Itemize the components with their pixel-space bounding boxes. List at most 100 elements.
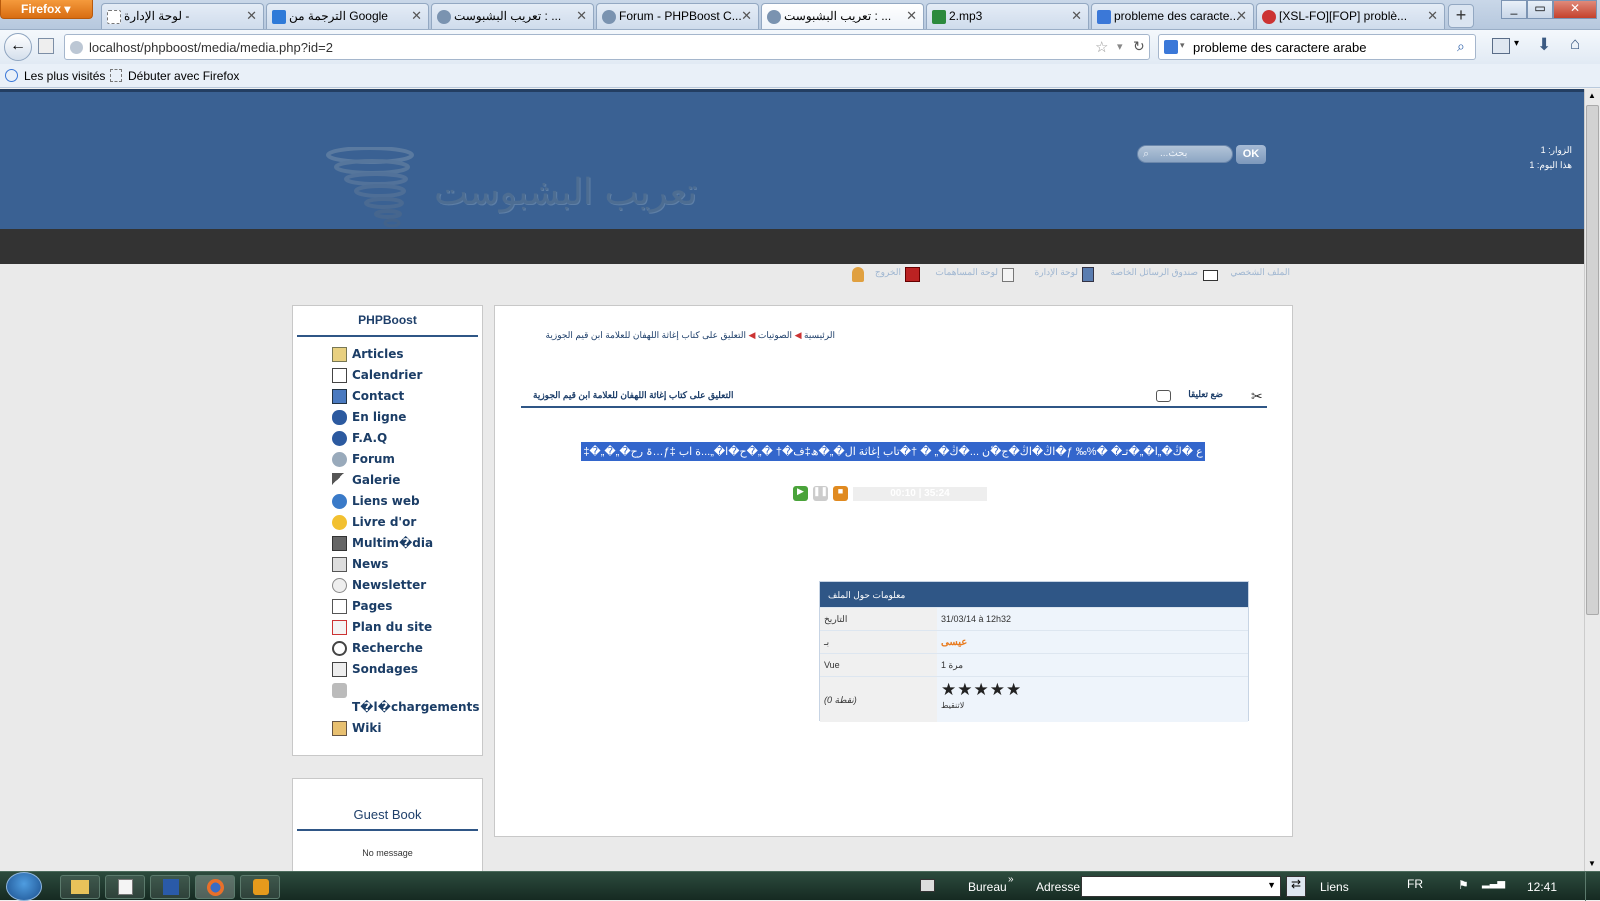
tab-2[interactable]: الترجمة من Google ✕	[266, 3, 429, 29]
word-taskbar-button[interactable]	[150, 875, 190, 899]
stop-icon[interactable]: ■	[833, 486, 848, 501]
taskbar-address-input[interactable]: ▼	[1081, 876, 1281, 897]
back-button[interactable]: ←	[4, 33, 32, 61]
menu-item-polls[interactable]: Sondages	[332, 662, 418, 677]
site-search-input[interactable]: ⌕ ...بحث	[1137, 145, 1233, 163]
star-icon[interactable]: ★	[990, 680, 1006, 699]
tools-icon[interactable]: ✂	[1251, 388, 1267, 404]
menu-item-search[interactable]: Recherche	[332, 641, 423, 656]
taskbar-liens[interactable]: Liens	[1320, 880, 1349, 894]
search-icon[interactable]: ⌕	[1457, 38, 1465, 55]
engine-dropdown-icon[interactable]: ▾	[1180, 40, 1185, 51]
scrollbar-thumb[interactable]	[1586, 105, 1599, 615]
menu-item-newsletter[interactable]: Newsletter	[332, 578, 426, 593]
menu-item-online[interactable]: En ligne	[332, 410, 406, 425]
breadcrumb-current[interactable]: التعليق على كتاب إغاثة اللهفان للعلامة ا…	[546, 330, 746, 340]
player-time[interactable]: 00:10 | 35:24	[853, 487, 987, 501]
tab-6[interactable]: 2.mp3 ✕	[926, 3, 1089, 29]
tab-4[interactable]: Forum - PHPBoost C... ✕	[596, 3, 759, 29]
bookmark-most-visited[interactable]: Les plus visités	[24, 69, 105, 83]
close-icon[interactable]: ✕	[906, 8, 917, 24]
flag-icon[interactable]: ⚑	[1458, 878, 1469, 892]
play-icon[interactable]: ▶	[793, 486, 808, 501]
tab-3[interactable]: تعريب البشبوست : ... ✕	[431, 3, 594, 29]
new-tab-button[interactable]: +	[1448, 4, 1474, 28]
scroll-up-icon[interactable]: ▲	[1588, 91, 1596, 100]
close-icon[interactable]: ✕	[576, 8, 587, 24]
google-icon[interactable]	[1164, 40, 1178, 54]
menu-item-multimedia[interactable]: Multim�dia	[332, 536, 433, 551]
logout-link[interactable]: الخروج	[875, 267, 901, 278]
menu-item-articles[interactable]: Articles	[332, 347, 404, 362]
scroll-down-icon[interactable]: ▼	[1588, 859, 1596, 868]
keyboard-tray-icon[interactable]	[920, 879, 935, 892]
menu-item-faq[interactable]: F.A.Q	[332, 431, 387, 446]
downloads-icon[interactable]: ⬇	[1537, 35, 1551, 55]
menu-item-guestbook[interactable]: Livre d'or	[332, 515, 416, 530]
menu-item-gallery[interactable]: Galerie	[332, 473, 400, 488]
show-desktop-button[interactable]	[1585, 872, 1600, 901]
tab-1[interactable]: لوحة الإدارة - ✕	[101, 3, 264, 29]
star-icon[interactable]: ★	[1006, 680, 1022, 699]
menu-item-downloads[interactable]: T�l�chargements	[352, 700, 479, 714]
language-indicator[interactable]: FR	[1407, 877, 1423, 891]
url-bar[interactable]: localhost/phpboost/media/media.php?id=2 …	[64, 34, 1150, 60]
contributions-link[interactable]: لوحة المساهمات	[935, 267, 998, 278]
close-icon[interactable]: ✕	[246, 8, 257, 24]
search-bar[interactable]: ▾ probleme des caractere arabe ⌕	[1158, 34, 1476, 60]
tab-7[interactable]: probleme des caracte... ✕	[1091, 3, 1254, 29]
chevron-icon[interactable]: »	[1008, 874, 1014, 885]
menu-item-calendar[interactable]: Calendrier	[332, 368, 422, 383]
taskbar-bureau[interactable]: Bureau	[968, 880, 1007, 894]
site-identity-icon[interactable]	[70, 41, 83, 54]
network-icon[interactable]: ▂▃▅	[1482, 878, 1505, 889]
breadcrumb-home[interactable]: الرئيسية	[804, 330, 835, 340]
profile-link[interactable]: الملف الشخصي	[1230, 267, 1290, 278]
breadcrumb-audio[interactable]: الصوتيات	[758, 330, 792, 340]
menu-item-wiki[interactable]: Wiki	[332, 721, 381, 736]
close-icon[interactable]: ✕	[1427, 8, 1438, 24]
admin-panel-link[interactable]: لوحة الإدارة	[1035, 267, 1078, 278]
search-input[interactable]: probleme des caractere arabe	[1193, 40, 1366, 55]
history-icon[interactable]	[38, 38, 54, 54]
bookmark-getting-started[interactable]: Débuter avec Firefox	[128, 69, 239, 83]
menu-item-sitemap[interactable]: Plan du site	[332, 620, 432, 635]
menu-item-forum[interactable]: Forum	[332, 452, 395, 467]
star-icon[interactable]: ★	[941, 680, 957, 699]
bookmarks-dropdown-icon[interactable]: ▾	[1514, 38, 1519, 49]
home-icon[interactable]: ⌂	[1570, 34, 1580, 54]
close-icon[interactable]: ✕	[1071, 8, 1082, 24]
menu-item-contact[interactable]: Contact	[332, 389, 404, 404]
go-arrow-icon[interactable]: ⇄	[1286, 876, 1306, 897]
firefox-menu-button[interactable]: Firefox ▾	[0, 0, 93, 19]
tab-5-active[interactable]: تعريب البشبوست : ... ✕	[761, 3, 924, 29]
add-comment-link[interactable]: ضع تعليقا	[1188, 389, 1223, 400]
close-window-button[interactable]: ✕	[1553, 0, 1597, 19]
site-search-ok-button[interactable]: OK	[1236, 145, 1266, 164]
bookmark-star-icon[interactable]: ☆	[1095, 38, 1108, 56]
bookmarks-menu-icon[interactable]	[1492, 38, 1510, 54]
close-icon[interactable]: ✕	[741, 8, 752, 24]
clock[interactable]: 12:41	[1527, 880, 1557, 894]
pause-icon[interactable]: ❚❚	[813, 486, 828, 501]
close-icon[interactable]: ✕	[411, 8, 422, 24]
author-link[interactable]: عيسى	[937, 631, 1248, 653]
minimize-button[interactable]: _	[1501, 0, 1527, 19]
site-logo-text[interactable]: تعريب البشبوست	[434, 172, 697, 213]
rating-stars[interactable]: ★★★★★	[941, 680, 1248, 699]
notepad-taskbar-button[interactable]	[105, 875, 145, 899]
menu-item-weblinks[interactable]: Liens web	[332, 494, 420, 509]
explorer-taskbar-button[interactable]	[60, 875, 100, 899]
start-button[interactable]	[6, 872, 42, 901]
star-icon[interactable]: ★	[957, 680, 973, 699]
menu-item-pages[interactable]: Pages	[332, 599, 392, 614]
reload-icon[interactable]: ↻	[1133, 38, 1145, 55]
maximize-button[interactable]: ▭	[1527, 0, 1553, 19]
star-icon[interactable]: ★	[974, 680, 990, 699]
chevron-down-icon[interactable]: ▼	[1267, 880, 1276, 890]
private-messages-link[interactable]: صندوق الرسائل الخاصة	[1111, 267, 1199, 278]
tab-8[interactable]: [XSL-FO][FOP] problè... ✕	[1256, 3, 1445, 29]
menu-item-news[interactable]: News	[332, 557, 388, 572]
firefox-taskbar-button[interactable]	[195, 875, 235, 899]
media-player-taskbar-button[interactable]	[240, 875, 280, 899]
